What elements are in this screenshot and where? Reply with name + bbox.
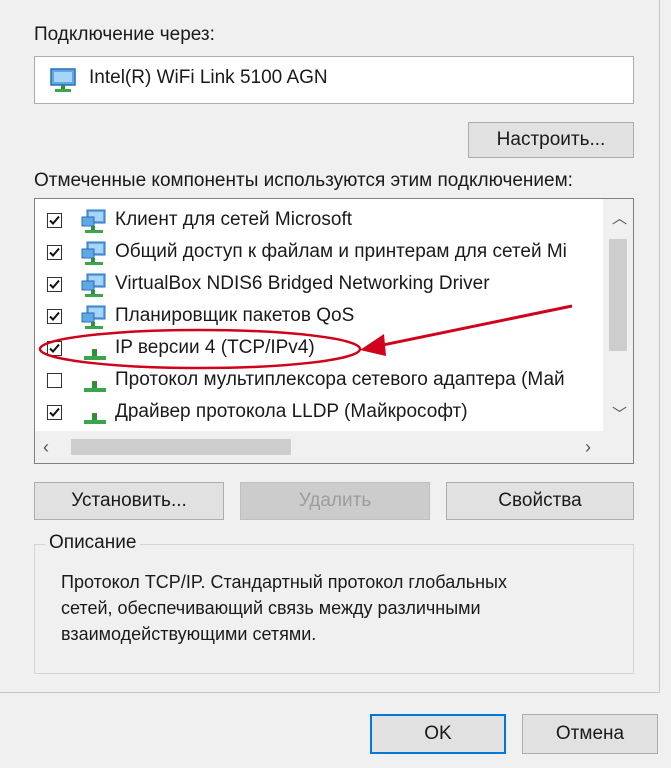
horizontal-scrollbar[interactable]: ‹ › — [35, 431, 633, 463]
component-label: Клиент для сетей Microsoft — [115, 209, 352, 230]
components-label: Отмеченные компоненты используются этим … — [34, 170, 573, 191]
ok-button[interactable]: OK — [370, 714, 506, 754]
scroll-left-icon[interactable]: ‹ — [43, 437, 49, 458]
component-checkbox[interactable] — [47, 341, 62, 356]
component-checkbox[interactable] — [47, 245, 62, 260]
component-label: Планировщик пакетов QoS — [115, 305, 355, 326]
components-list: Клиент для сетей Microsoft Общий доступ к… — [34, 198, 634, 464]
remove-button[interactable]: Удалить — [240, 482, 430, 520]
component-label: Общий доступ к файлам и принтерам для се… — [115, 241, 567, 262]
component-row[interactable]: Общий доступ к файлам и принтерам для се… — [35, 239, 605, 269]
description-text: Протокол TCP/IP. Стандартный протокол гл… — [61, 572, 507, 644]
vertical-scrollbar[interactable]: ︿ ﹀ — [603, 199, 633, 431]
horizontal-scroll-thumb[interactable] — [71, 439, 291, 455]
protocol-icon — [81, 369, 109, 400]
cancel-button[interactable]: Отмена — [522, 714, 658, 754]
protocol-icon — [81, 337, 109, 368]
component-label: IP версии 4 (TCP/IPv4) — [115, 337, 315, 358]
network-client-icon — [81, 305, 109, 336]
network-client-icon — [81, 241, 109, 272]
protocol-icon — [81, 401, 109, 432]
component-checkbox[interactable] — [47, 405, 62, 420]
adapter-field: Intel(R) WiFi Link 5100 AGN — [34, 56, 634, 104]
component-checkbox[interactable] — [47, 277, 62, 292]
network-adapter-icon — [49, 67, 79, 100]
component-row[interactable]: VirtualBox NDIS6 Bridged Networking Driv… — [35, 271, 605, 301]
component-row[interactable]: Клиент для сетей Microsoft — [35, 207, 605, 237]
component-row[interactable]: IP версии 4 (TCP/IPv4) — [35, 335, 605, 365]
component-checkbox[interactable] — [47, 373, 62, 388]
component-row[interactable]: Драйвер протокола LLDP (Майкрософт) — [35, 399, 605, 429]
properties-button[interactable]: Свойства — [446, 482, 634, 520]
adapter-name: Intel(R) WiFi Link 5100 AGN — [89, 67, 328, 88]
connect-via-label: Подключение через: — [34, 24, 215, 45]
scroll-right-icon[interactable]: › — [585, 437, 591, 458]
component-label: Драйвер протокола LLDP (Майкрософт) — [115, 401, 468, 422]
component-checkbox[interactable] — [47, 213, 62, 228]
scroll-down-icon[interactable]: ﹀ — [612, 403, 627, 424]
configure-button[interactable]: Настроить... — [468, 122, 634, 158]
description-legend: Описание — [45, 532, 141, 554]
component-checkbox[interactable] — [47, 309, 62, 324]
network-client-icon — [81, 273, 109, 304]
component-row[interactable]: Планировщик пакетов QoS — [35, 303, 605, 333]
component-label: Протокол мультиплексора сетевого адаптер… — [115, 369, 565, 390]
vertical-scroll-thumb[interactable] — [609, 239, 627, 351]
install-button[interactable]: Установить... — [34, 482, 224, 520]
description-group: Описание Протокол TCP/IP. Стандартный пр… — [34, 532, 634, 674]
network-client-icon — [81, 209, 109, 240]
component-row[interactable]: Протокол мультиплексора сетевого адаптер… — [35, 367, 605, 397]
scroll-up-icon[interactable]: ︿ — [612, 207, 627, 228]
component-label: VirtualBox NDIS6 Bridged Networking Driv… — [115, 273, 490, 294]
